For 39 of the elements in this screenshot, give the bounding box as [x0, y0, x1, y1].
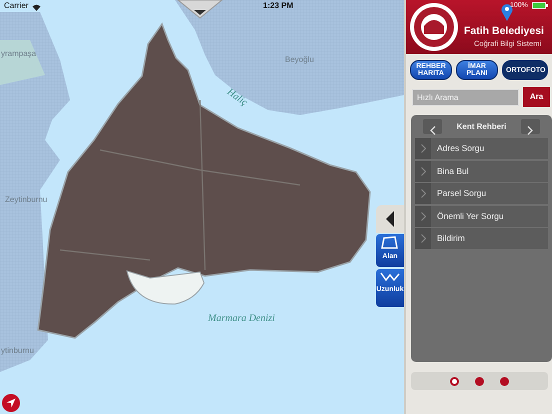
- navigation-arrow-icon: [6, 398, 16, 408]
- menu-item[interactable]: Adres Sorgu: [415, 138, 548, 159]
- menu-item[interactable]: Önemli Yer Sorgu: [415, 206, 548, 226]
- page-dot[interactable]: [475, 376, 484, 386]
- wifi-icon: [32, 4, 42, 11]
- chevron-left-icon: [385, 210, 395, 227]
- quick-search-field[interactable]: Hızlı Arama: [412, 88, 519, 106]
- chevron-right-icon: [527, 126, 534, 136]
- page-dot[interactable]: [450, 376, 459, 386]
- district-area: [0, 40, 45, 85]
- battery-icon: [532, 2, 548, 9]
- panel-title: Kent Rehberi: [456, 120, 506, 132]
- pull-down-tab[interactable]: [176, 0, 224, 19]
- district-label: ytinburnu: [1, 345, 34, 357]
- water-label: Marmara Denizi: [208, 312, 275, 326]
- panel-collapse-tab[interactable]: [376, 205, 404, 233]
- polyline-icon: [380, 271, 400, 283]
- district-label: yrampaşa: [1, 48, 36, 60]
- clock-text: 1:23 PM: [263, 0, 294, 12]
- district-label: Beyoğlu: [285, 54, 314, 66]
- carrier-text: Carrier: [4, 0, 28, 12]
- page-dot[interactable]: [500, 376, 509, 386]
- district-label: Zeytinburnu: [5, 194, 48, 206]
- menu-item[interactable]: Bildirim: [415, 228, 548, 249]
- app-title: Fatih Belediyesi: [464, 24, 544, 39]
- municipality-logo-icon: [409, 2, 459, 52]
- search-button[interactable]: Ara: [523, 87, 550, 107]
- menu-item[interactable]: Bina Bul: [415, 160, 548, 182]
- chevron-right-icon: [420, 144, 426, 153]
- chevron-right-icon: [420, 166, 426, 176]
- chevron-right-icon: [420, 234, 426, 243]
- chevron-left-icon: [430, 126, 436, 136]
- previous-button[interactable]: [423, 119, 442, 134]
- chevron-right-icon: [420, 189, 426, 198]
- next-button[interactable]: [520, 119, 540, 134]
- chevron-right-icon: [420, 212, 426, 220]
- menu-item[interactable]: Parsel Sorgu: [415, 183, 548, 204]
- polygon-icon: [381, 236, 399, 250]
- locate-button[interactable]: [2, 394, 20, 412]
